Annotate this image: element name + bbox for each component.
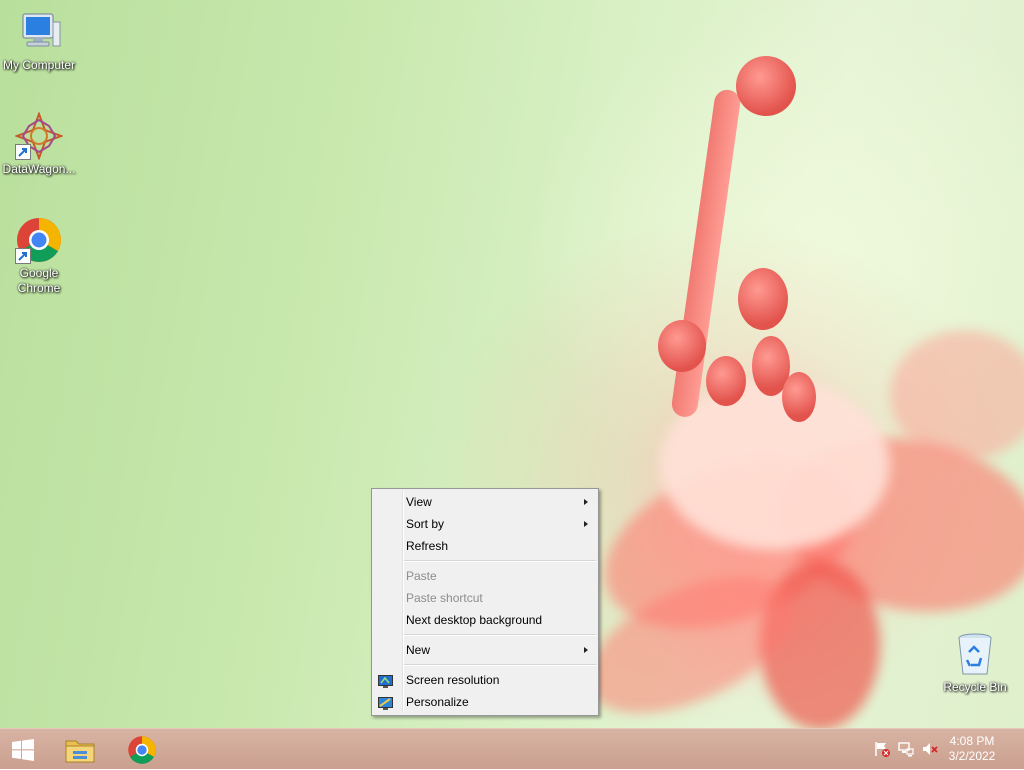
taskbar: 4:08 PM 3/2/2022 <box>0 728 1024 769</box>
network-icon[interactable] <box>898 741 914 757</box>
desktop-context-menu: View Sort by Refresh Paste Paste shortcu… <box>371 488 599 716</box>
desktop-icon-datawagon[interactable]: DataWagon... <box>0 111 78 177</box>
clock-time: 4:08 PM <box>949 734 995 748</box>
datawagon-icon <box>14 111 64 161</box>
desktop-icon-google-chrome[interactable]: Google Chrome <box>0 216 78 296</box>
menu-item-new[interactable]: New <box>372 639 598 661</box>
taskbar-clock[interactable]: 4:08 PM 3/2/2022 <box>942 734 1002 764</box>
start-button[interactable] <box>4 733 44 765</box>
menu-item-label: New <box>406 643 431 657</box>
desktop-icon-my-computer[interactable]: My Computer <box>0 8 78 73</box>
menu-item-paste-shortcut: Paste shortcut <box>372 587 598 609</box>
chrome-icon <box>15 216 63 264</box>
menu-item-label: Paste <box>406 569 437 583</box>
taskbar-chrome-button[interactable] <box>122 733 162 765</box>
recycle-bin-icon <box>951 630 999 678</box>
screen-resolution-icon <box>378 673 393 688</box>
desktop-icon-label: DataWagon... <box>2 162 76 176</box>
file-explorer-icon <box>64 735 96 770</box>
menu-item-label: Next desktop background <box>406 613 543 627</box>
menu-item-view[interactable]: View <box>372 491 598 513</box>
submenu-arrow-icon <box>584 521 588 527</box>
menu-item-label: Screen resolution <box>406 673 500 687</box>
menu-item-label: Sort by <box>406 517 445 531</box>
menu-item-refresh[interactable]: Refresh <box>372 535 598 557</box>
desktop-icon-recycle-bin[interactable]: Recycle Bin <box>936 630 1014 695</box>
menu-item-label: Refresh <box>406 539 449 553</box>
menu-item-personalize[interactable]: Personalize <box>372 691 598 713</box>
menu-separator <box>404 634 596 636</box>
desktop-icon-label: Google Chrome <box>17 266 61 295</box>
windows-logo-icon <box>12 739 34 766</box>
desktop[interactable]: My Computer DataWagon... Google Chrome R… <box>0 0 1024 728</box>
volume-muted-icon[interactable] <box>922 741 938 757</box>
chrome-icon <box>127 735 157 770</box>
taskbar-file-explorer-button[interactable] <box>60 733 100 765</box>
shortcut-arrow-icon <box>15 144 31 160</box>
menu-item-paste: Paste <box>372 565 598 587</box>
submenu-arrow-icon <box>584 647 588 653</box>
desktop-icon-label: Recycle Bin <box>943 680 1007 694</box>
menu-item-screen-resolution[interactable]: Screen resolution <box>372 669 598 691</box>
menu-item-sort-by[interactable]: Sort by <box>372 513 598 535</box>
menu-item-next-desktop-background[interactable]: Next desktop background <box>372 609 598 631</box>
computer-icon <box>15 8 63 56</box>
shortcut-arrow-icon <box>15 248 31 264</box>
menu-item-label: Paste shortcut <box>406 591 483 605</box>
desktop-icon-label: My Computer <box>2 58 76 72</box>
action-center-flag-icon[interactable] <box>874 741 890 757</box>
menu-separator <box>404 664 596 666</box>
menu-separator <box>404 560 596 562</box>
menu-item-label: Personalize <box>406 695 469 709</box>
submenu-arrow-icon <box>584 499 588 505</box>
personalize-icon <box>378 695 393 710</box>
clock-date: 3/2/2022 <box>948 749 996 763</box>
menu-item-label: View <box>406 495 432 509</box>
